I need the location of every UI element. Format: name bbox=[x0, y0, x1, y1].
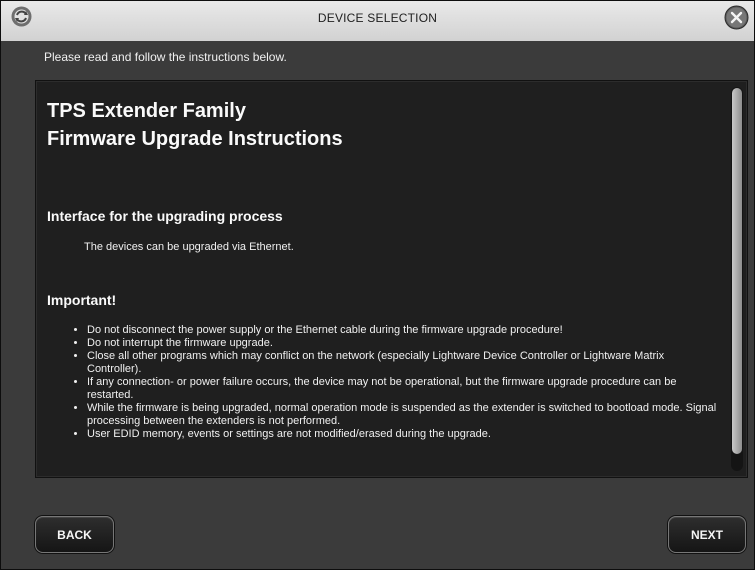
section-text-interface: The devices can be upgraded via Ethernet… bbox=[84, 241, 294, 253]
window-title: DEVICE SELECTION bbox=[317, 11, 438, 25]
close-icon[interactable] bbox=[724, 5, 749, 30]
document-title-line-1: TPS Extender Family bbox=[47, 100, 246, 122]
list-item: Do not disconnect the power supply or th… bbox=[87, 324, 717, 337]
section-heading-interface: Interface for the upgrading process bbox=[47, 208, 283, 224]
list-item: User EDID memory, events or settings are… bbox=[87, 428, 717, 441]
device-selection-window: DEVICE SELECTION Please read and follow … bbox=[0, 0, 755, 570]
document-title-line-2: Firmware Upgrade Instructions bbox=[47, 128, 343, 150]
important-list: Do not disconnect the power supply or th… bbox=[47, 324, 717, 441]
instructions-prompt: Please read and follow the instructions … bbox=[44, 50, 287, 64]
instructions-prompt-bar: Please read and follow the instructions … bbox=[1, 41, 754, 73]
next-button[interactable]: NEXT bbox=[668, 516, 746, 553]
scrollbar-thumb[interactable] bbox=[732, 88, 742, 454]
vertical-scrollbar[interactable] bbox=[731, 87, 743, 471]
instructions-content: TPS Extender Family Firmware Upgrade Ins… bbox=[47, 97, 717, 473]
section-heading-important: Important! bbox=[47, 292, 117, 308]
back-button[interactable]: BACK bbox=[35, 516, 114, 553]
list-item: While the firmware is being upgraded, no… bbox=[87, 402, 717, 428]
list-item: Close all other programs which may confl… bbox=[87, 350, 717, 376]
list-item: If any connection- or power failure occu… bbox=[87, 376, 717, 402]
instructions-panel[interactable]: TPS Extender Family Firmware Upgrade Ins… bbox=[35, 80, 748, 478]
list-item: Do not interrupt the firmware upgrade. bbox=[87, 337, 717, 350]
